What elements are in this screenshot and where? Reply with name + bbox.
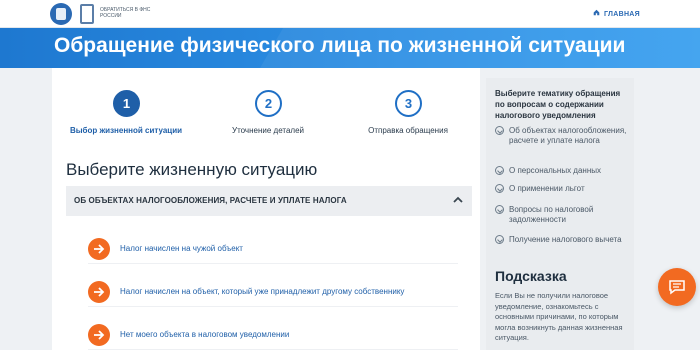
sidebar-topic[interactable]: Вопросы по налоговой задолженности	[495, 205, 631, 225]
chat-icon	[669, 280, 685, 295]
chevron-circle-icon	[495, 126, 504, 135]
accordion-title: ОБ ОБЪЕКТАХ НАЛОГООБЛОЖЕНИЯ, РАСЧЕТЕ И У…	[74, 196, 347, 205]
step-label: Уточнение деталей	[232, 126, 304, 135]
sidebar-topic-label: О применении льгот	[509, 184, 585, 193]
step-number: 3	[395, 90, 422, 117]
home-link-label: ГЛАВНАЯ	[603, 11, 640, 18]
step-label: Отправка обращения	[368, 126, 448, 135]
sidebar-topic-label: О персональных данных	[509, 166, 602, 175]
accordion-header[interactable]: ОБ ОБЪЕКТАХ НАЛОГООБЛОЖЕНИЯ, РАСЧЕТЕ И У…	[66, 186, 472, 216]
sidebar-topic[interactable]: О применении льгот	[495, 184, 631, 194]
fns-logo-icon[interactable]	[50, 3, 72, 25]
step-number: 2	[255, 90, 282, 117]
hint-text: Если Вы не получили налоговое уведомлени…	[495, 291, 623, 342]
step-label: Выбор жизненной ситуации	[69, 126, 183, 135]
sidebar-topic[interactable]: Об объектах налогообложения, расчете и у…	[495, 126, 631, 146]
list-item[interactable]: Налог начислен на чужой объект	[88, 234, 458, 264]
main-panel: 1 Выбор жизненной ситуации 2 Уточнение д…	[52, 68, 480, 350]
home-icon	[593, 9, 600, 18]
sidebar-topic-label: Получение налогового вычета	[509, 235, 622, 244]
step-number: 1	[113, 90, 140, 117]
list-item[interactable]: Нет моего объекта в налоговом уведомлени…	[88, 320, 458, 350]
step-3[interactable]: 3 Отправка обращения	[348, 90, 468, 150]
sidebar-topic[interactable]: О персональных данных	[495, 166, 631, 176]
top-bar: Обратиться в ФНС России ГЛАВНАЯ	[0, 0, 700, 28]
logo-text: Обратиться в ФНС России	[100, 7, 151, 19]
section-heading: Выберите жизненную ситуацию	[66, 160, 318, 179]
chevron-circle-icon	[495, 184, 504, 193]
appeal-logo-icon[interactable]	[80, 4, 94, 24]
page-title: Обращение физического лица по жизненной …	[54, 34, 626, 57]
step-1[interactable]: 1 Выбор жизненной ситуации	[66, 90, 186, 150]
list-item[interactable]: Налог начислен на объект, который уже пр…	[88, 277, 458, 307]
sidebar: Выберите тематику обращения по вопросам …	[486, 78, 634, 350]
sidebar-topic-label: Вопросы по налоговой задолженности	[509, 205, 594, 224]
arrow-right-icon	[88, 281, 110, 303]
sidebar-topic-label: Об объектах налогообложения, расчете и у…	[509, 126, 627, 145]
chevron-circle-icon	[495, 235, 504, 244]
chevron-up-icon[interactable]	[452, 194, 464, 206]
arrow-right-icon	[88, 324, 110, 346]
list-item-link[interactable]: Нет моего объекта в налоговом уведомлени…	[120, 330, 289, 339]
step-2[interactable]: 2 Уточнение деталей	[208, 90, 328, 150]
chat-button[interactable]	[658, 268, 696, 306]
hero-banner: Обращение физического лица по жизненной …	[0, 28, 700, 68]
sidebar-title: Выберите тематику обращения по вопросам …	[495, 89, 621, 120]
list-item-link[interactable]: Налог начислен на объект, который уже пр…	[120, 287, 404, 296]
chevron-circle-icon	[495, 205, 504, 214]
arrow-right-icon	[88, 238, 110, 260]
list-item-link[interactable]: Налог начислен на чужой объект	[120, 244, 243, 253]
chevron-circle-icon	[495, 166, 504, 175]
home-link[interactable]: ГЛАВНАЯ	[593, 9, 640, 18]
sidebar-topic[interactable]: Получение налогового вычета	[495, 235, 631, 245]
hint-title: Подсказка	[495, 268, 567, 284]
